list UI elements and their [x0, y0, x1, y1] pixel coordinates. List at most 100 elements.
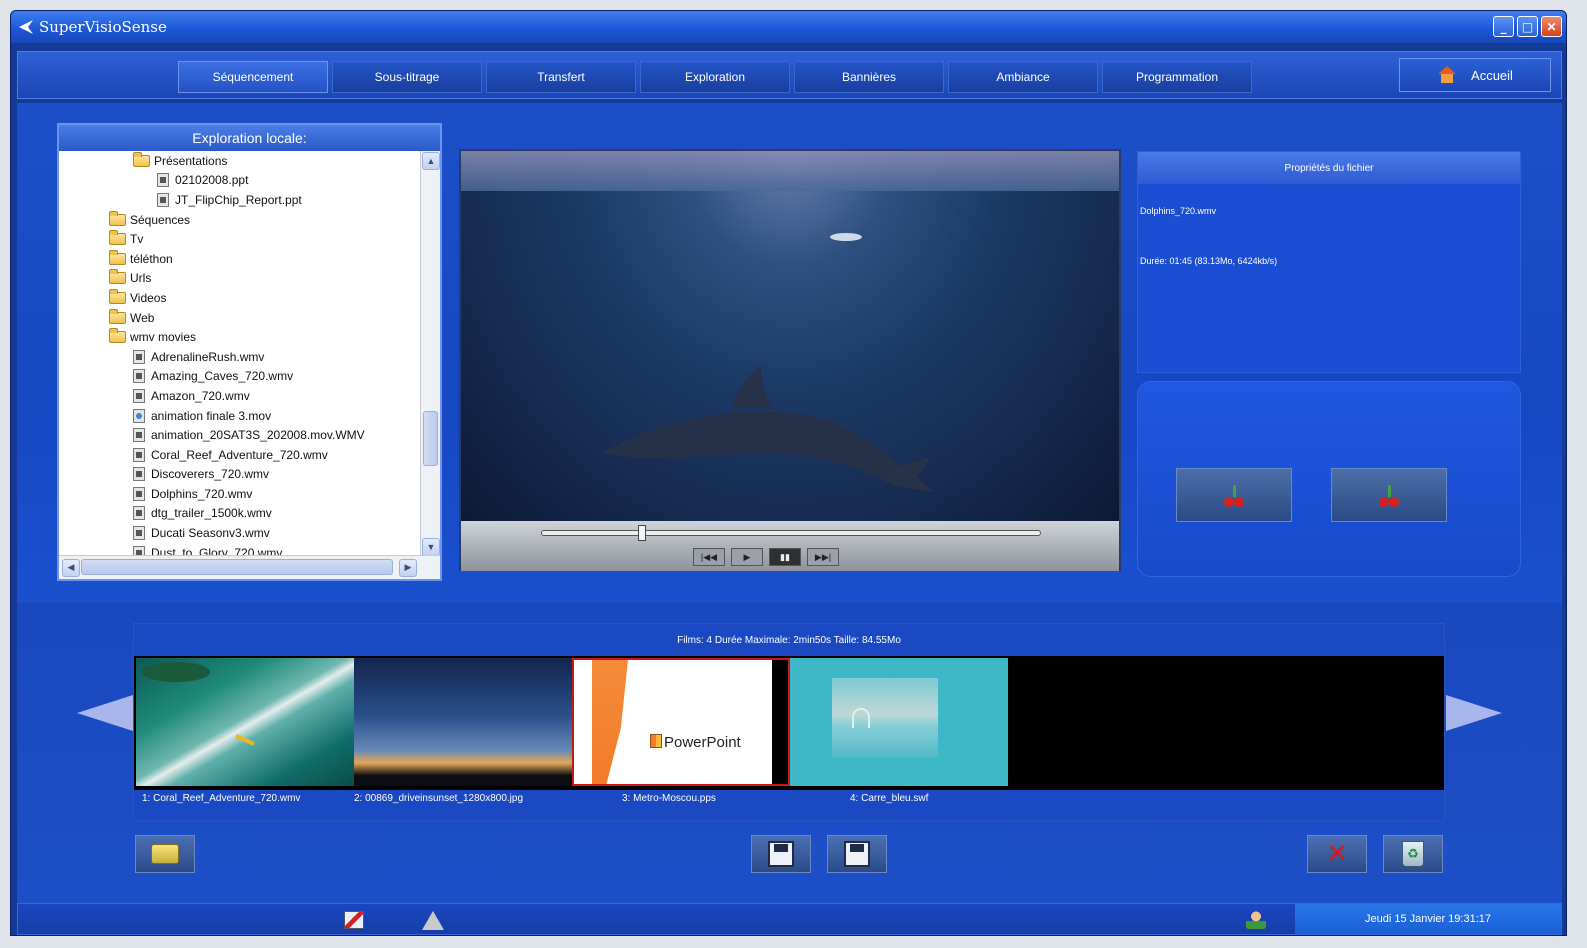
maximize-button[interactable]: □ — [1517, 16, 1538, 37]
tree-item[interactable]: Ducati Seasonv3.wmv — [59, 523, 421, 543]
tree-item-label: Videos — [130, 290, 167, 305]
play-button[interactable]: ▶ — [731, 548, 763, 566]
tree-item[interactable]: AdrenalineRush.wmv — [59, 347, 421, 367]
tab-sequencement[interactable]: Séquencement — [178, 61, 328, 93]
sequence-timeline: Films: 4 Durée Maximale: 2min50s Taille:… — [133, 623, 1445, 821]
tree-item[interactable]: Web — [59, 308, 421, 328]
tree-item-label: Ducati Seasonv3.wmv — [151, 526, 270, 541]
previous-arrow-icon[interactable] — [77, 695, 133, 731]
tree-item[interactable]: Présentations — [59, 151, 421, 171]
previous-button[interactable]: |◀◀ — [693, 548, 725, 566]
next-arrow-icon[interactable] — [1446, 695, 1502, 731]
tree-item-label: Amazon_720.wmv — [151, 388, 250, 403]
insert-cherry-icon — [1377, 485, 1403, 507]
save-icon — [768, 841, 794, 867]
save-as-sequence-button[interactable] — [827, 835, 887, 873]
tree-item[interactable]: Videos — [59, 288, 421, 308]
tab-sous-titrage[interactable]: Sous-titrage — [332, 61, 482, 93]
delete-clip-button[interactable]: ✕ — [1307, 835, 1367, 873]
next-button[interactable]: ▶▶| — [807, 548, 839, 566]
tree-item-label: Tv — [130, 232, 144, 247]
dolphin-image — [601, 233, 935, 493]
tree-item[interactable]: Dolphins_720.wmv — [59, 484, 421, 504]
scroll-left-button[interactable]: ◀ — [62, 558, 80, 577]
minimize-button[interactable]: _ — [1493, 16, 1514, 37]
save-sequence-button[interactable] — [751, 835, 811, 873]
scroll-up-button[interactable]: ▲ — [422, 152, 440, 170]
tree-item[interactable]: Coral_Reef_Adventure_720.wmv — [59, 445, 421, 465]
tree-item[interactable]: animation finale 3.mov — [59, 406, 421, 426]
tree-item[interactable]: wmv movies — [59, 327, 421, 347]
tree-item[interactable]: Amazon_720.wmv — [59, 386, 421, 406]
seek-handle[interactable] — [638, 525, 646, 541]
add-to-sequence-button[interactable] — [1176, 468, 1292, 522]
vertical-scroll-thumb[interactable] — [423, 411, 438, 466]
home-button[interactable]: Accueil — [1399, 58, 1551, 92]
warning-icon[interactable] — [422, 911, 444, 930]
clip-label-1: 1: Coral_Reef_Adventure_720.wmv — [142, 793, 301, 804]
main-area: Exploration locale: Présentations 0210200… — [17, 103, 1562, 603]
home-button-label: Accueil — [1471, 67, 1513, 83]
recycle-bin-icon: ♻ — [1402, 841, 1424, 867]
tree-item[interactable]: Amazing_Caves_720.wmv — [59, 367, 421, 387]
pause-button[interactable]: ▮▮ — [769, 548, 801, 566]
properties-filename: Dolphins_720.wmv — [1140, 206, 1217, 216]
clip-thumbnail-2[interactable] — [354, 658, 572, 786]
ppt-side-bar — [772, 660, 788, 784]
folder-icon — [109, 249, 126, 265]
open-sequence-button[interactable] — [135, 835, 195, 873]
arch-decor — [852, 708, 870, 728]
file-icon — [157, 173, 169, 188]
close-button[interactable]: ✕ — [1541, 16, 1562, 37]
status-bar: Jeudi 15 Janvier 19:31:17 — [17, 903, 1562, 935]
tree-item-label: Présentations — [154, 153, 228, 168]
tree-item[interactable]: Tv — [59, 229, 421, 249]
folder-icon — [109, 210, 126, 226]
tree-item[interactable]: téléthon — [59, 249, 421, 269]
tree-item[interactable]: animation_20SAT3S_202008.mov.WMV — [59, 425, 421, 445]
insert-in-sequence-button[interactable] — [1331, 468, 1447, 522]
tab-programmation[interactable]: Programmation — [1102, 61, 1252, 93]
folder-icon — [133, 151, 150, 167]
tree-item[interactable]: Discoverers_720.wmv — [59, 465, 421, 485]
video-player: |◀◀ ▶ ▮▮ ▶▶| — [459, 149, 1121, 571]
vertical-scrollbar[interactable]: ▲ ▼ — [420, 151, 440, 557]
tree-item-label: Discoverers_720.wmv — [151, 467, 270, 482]
clip-thumbnail-4[interactable] — [790, 658, 1008, 786]
clip-thumbnail-3[interactable]: PowerPoint — [572, 658, 790, 786]
network-icon[interactable] — [344, 911, 364, 929]
file-properties-panel: Propriétés du fichier Dolphins_720.wmv D… — [1137, 151, 1521, 373]
tab-exploration[interactable]: Exploration — [640, 61, 790, 93]
horizontal-scrollbar[interactable]: ◀ ▶ — [59, 555, 440, 579]
clear-sequence-button[interactable]: ♻ — [1383, 835, 1443, 873]
clip-label-4: 4: Carre_bleu.swf — [850, 793, 929, 804]
tree-item[interactable]: Séquences — [59, 210, 421, 230]
tree-item[interactable]: 02102008.ppt — [59, 171, 421, 191]
tree-item[interactable]: Urls — [59, 269, 421, 289]
clip-label-2: 2: 00869_driveinsunset_1280x800.jpg — [354, 793, 524, 804]
tree-item-label: wmv movies — [130, 330, 197, 345]
video-file-icon — [133, 408, 145, 423]
scroll-right-button[interactable]: ▶ — [399, 558, 417, 577]
sequence-actions-panel — [1137, 381, 1521, 577]
file-icon — [133, 388, 145, 403]
file-icon — [133, 467, 145, 482]
file-tree[interactable]: Présentations 02102008.ppt JT_FlipChip_Rep… — [59, 151, 421, 557]
clip-thumbnail-1[interactable] — [136, 658, 354, 786]
tab-transfert[interactable]: Transfert — [486, 61, 636, 93]
status-datetime: Jeudi 15 Janvier 19:31:17 — [1295, 904, 1561, 934]
file-icon — [133, 428, 145, 443]
seek-bar[interactable] — [541, 525, 1041, 541]
file-icon — [133, 369, 145, 384]
tab-ambiance[interactable]: Ambiance — [948, 61, 1098, 93]
horizontal-scroll-thumb[interactable] — [81, 559, 393, 575]
scroll-down-button[interactable]: ▼ — [422, 538, 440, 556]
tree-item[interactable]: dtg_trailer_1500k.wmv — [59, 504, 421, 524]
title-bar: SuperVisioSense _ □ ✕ — [11, 11, 1566, 43]
video-preview[interactable] — [461, 151, 1119, 521]
tree-item[interactable]: JT_FlipChip_Report.ppt — [59, 190, 421, 210]
delete-icon: ✕ — [1326, 839, 1348, 869]
add-cherry-icon — [1222, 485, 1248, 507]
tab-bannieres[interactable]: Bannières — [794, 61, 944, 93]
user-icon[interactable] — [1246, 911, 1266, 929]
